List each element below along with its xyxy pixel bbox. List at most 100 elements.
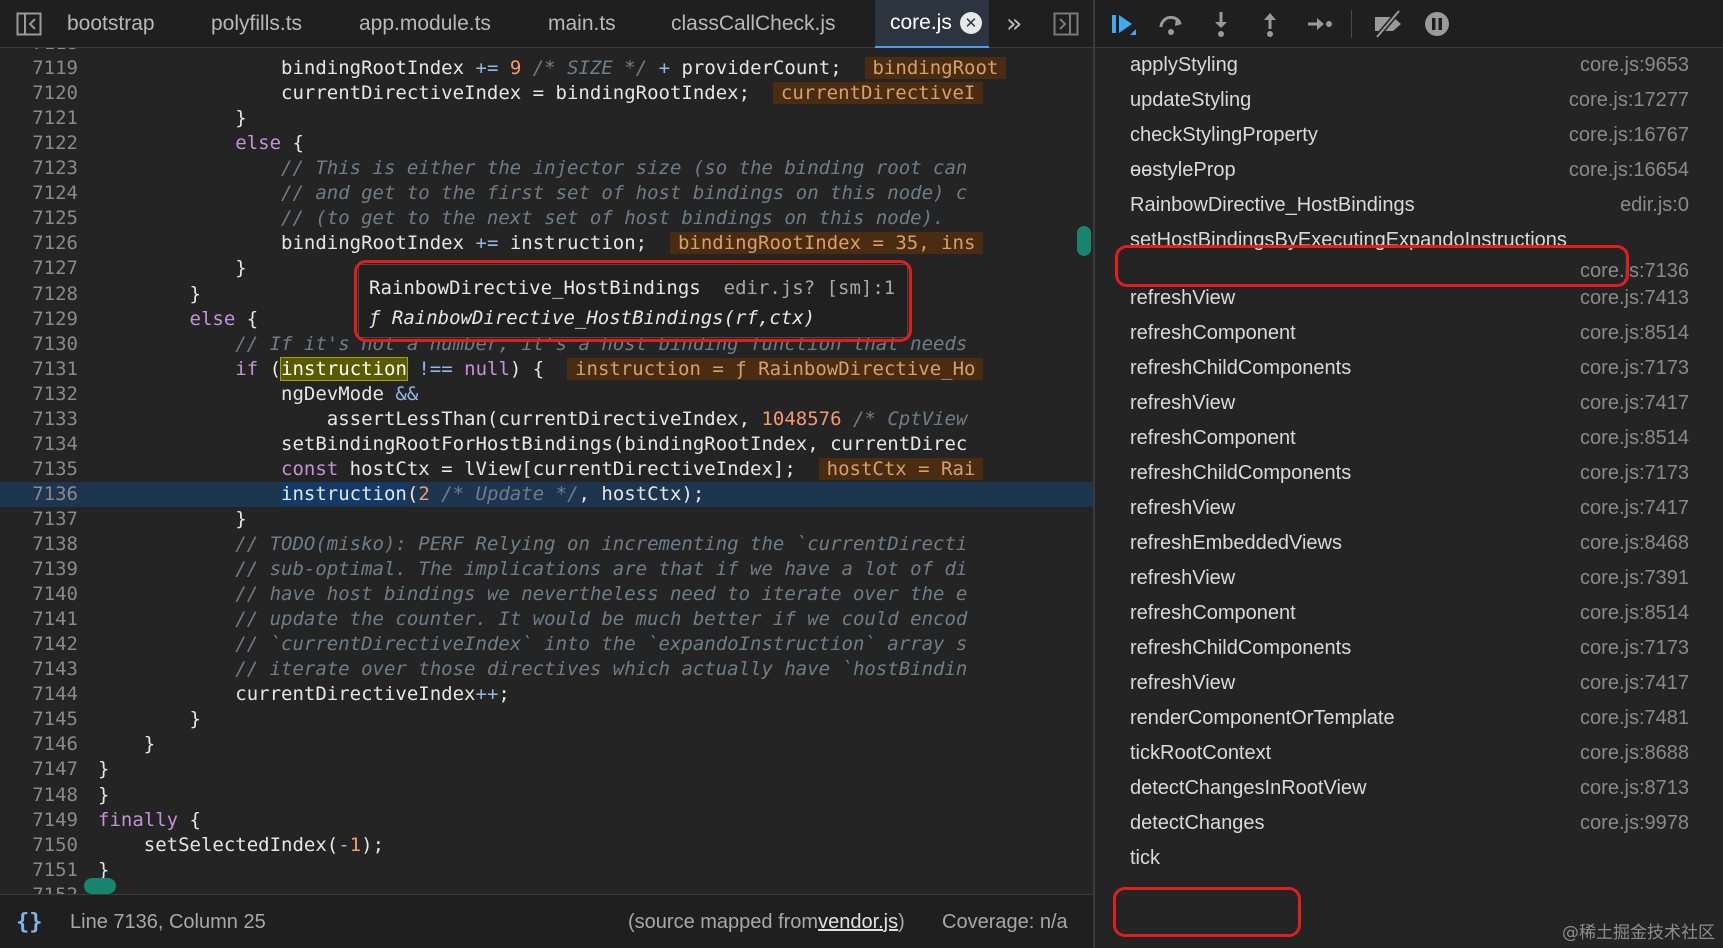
line-number[interactable]: 7120 <box>0 81 78 106</box>
line-number[interactable]: 7149 <box>0 808 78 833</box>
line-number[interactable]: 7130 <box>0 332 78 357</box>
code-line[interactable]: 7118 <box>0 48 1093 56</box>
code-line[interactable]: 7120 currentDirectiveIndex = bindingRoot… <box>0 81 1093 106</box>
code-line[interactable]: 7133 assertLessThan(currentDirectiveInde… <box>0 407 1093 432</box>
call-frame[interactable]: refreshView core.js:7417 <box>1095 665 1723 703</box>
code-line[interactable]: 7150 setSelectedIndex(-1); <box>0 833 1093 858</box>
call-frame[interactable]: refreshComponent core.js:8514 <box>1095 315 1723 353</box>
deactivate-breakpoints-icon[interactable] <box>1365 0 1411 48</box>
tab-core-js[interactable]: core.js ✕ <box>875 0 989 48</box>
line-number[interactable]: 7152 <box>0 883 78 894</box>
call-frame-location[interactable]: core.js:7417 <box>1580 497 1689 520</box>
close-tab-icon[interactable]: ✕ <box>959 12 982 34</box>
call-frame[interactable]: refreshComponent core.js:8514 <box>1095 595 1723 633</box>
line-number[interactable]: 7132 <box>0 382 78 407</box>
call-frame-location[interactable]: core.js:8514 <box>1580 602 1689 625</box>
call-frame-location[interactable]: core.js:7413 <box>1580 287 1689 310</box>
call-frame-location[interactable]: core.js:7391 <box>1580 567 1689 590</box>
call-frame-location[interactable]: core.js:16767 <box>1569 124 1689 147</box>
line-number[interactable]: 7139 <box>0 557 78 582</box>
call-frame[interactable]: refreshChildComponents core.js:7173 <box>1095 455 1723 493</box>
code-line[interactable]: 7132 ngDevMode && <box>0 382 1093 407</box>
pretty-print-icon[interactable]: {} <box>16 895 43 948</box>
code-line[interactable]: 7139 // sub-optimal. The implications ar… <box>0 557 1093 582</box>
scroll-marker[interactable] <box>84 878 116 894</box>
call-frame-location[interactable]: edir.js:0 <box>1620 194 1689 217</box>
line-number[interactable]: 7142 <box>0 632 78 657</box>
line-number[interactable]: 7145 <box>0 707 78 732</box>
code-line[interactable]: 7135 const hostCtx = lView[currentDirect… <box>0 457 1093 482</box>
line-number[interactable]: 7123 <box>0 156 78 181</box>
call-frame[interactable]: refreshView core.js:7391 <box>1095 560 1723 598</box>
code-line[interactable]: 7149 finally { <box>0 808 1093 833</box>
code-line[interactable]: 7134 setBindingRootForHostBindings(bindi… <box>0 432 1093 457</box>
line-number[interactable]: 7134 <box>0 432 78 457</box>
line-number[interactable]: 7138 <box>0 532 78 557</box>
line-number[interactable]: 7128 <box>0 282 78 307</box>
line-number[interactable]: 7133 <box>0 407 78 432</box>
call-frame-location[interactable]: core.js:16654 <box>1569 159 1689 182</box>
code-line[interactable]: 7151} <box>0 858 1093 883</box>
call-frame[interactable]: renderComponentOrTemplate core.js:7481 <box>1095 700 1723 738</box>
call-frame-location[interactable]: core.js:8514 <box>1580 427 1689 450</box>
call-frame[interactable]: refreshView core.js:7417 <box>1095 490 1723 528</box>
call-frame[interactable]: RainbowDirective_HostBindings edir.js:0 <box>1095 187 1723 225</box>
call-frame-location[interactable]: core.js:9653 <box>1580 54 1689 77</box>
source-map-link[interactable]: vendor.js <box>818 911 898 934</box>
code-area[interactable]: 71187119 bindingRootIndex += 9 /* SIZE *… <box>0 48 1093 894</box>
code-line-current[interactable]: 7136 instruction(2 /* Update */, hostCtx… <box>0 481 1093 507</box>
call-frame[interactable]: ɵɵstyleProp core.js:16654 <box>1095 152 1723 190</box>
code-line[interactable]: 7144 currentDirectiveIndex++; <box>0 682 1093 707</box>
code-line[interactable]: 7148} <box>0 783 1093 808</box>
line-number[interactable]: 7118 <box>0 48 78 56</box>
call-frame[interactable]: refreshChildComponents core.js:7173 <box>1095 630 1723 668</box>
call-frame[interactable]: refreshComponent core.js:8514 <box>1095 420 1723 458</box>
call-frame-location[interactable]: core.js:8713 <box>1580 777 1689 800</box>
call-frame-location[interactable]: core.js:9978 <box>1580 812 1689 835</box>
code-line[interactable]: 7131 if (instruction !== null) { instruc… <box>0 356 1093 382</box>
tab-bootstrap[interactable]: bootstrap <box>67 0 155 48</box>
call-frame[interactable]: refreshView core.js:7417 <box>1095 385 1723 423</box>
line-number[interactable]: 7124 <box>0 181 78 206</box>
tab-class-call-check[interactable]: classCallCheck.js <box>671 0 836 48</box>
line-number[interactable]: 7144 <box>0 682 78 707</box>
step-icon[interactable] <box>1299 0 1339 48</box>
step-over-icon[interactable] <box>1151 0 1191 48</box>
line-number[interactable]: 7126 <box>0 231 78 256</box>
code-line[interactable]: 7124 // and get to the first set of host… <box>0 181 1093 206</box>
call-frame[interactable]: checkStylingProperty core.js:16767 <box>1095 117 1723 155</box>
call-frame-location[interactable]: core.js:7173 <box>1580 357 1689 380</box>
line-number[interactable]: 7140 <box>0 582 78 607</box>
code-line[interactable]: 7142 // `currentDirectiveIndex` into the… <box>0 632 1093 657</box>
step-into-icon[interactable] <box>1201 0 1241 48</box>
panel-right-icon[interactable] <box>1048 0 1084 48</box>
line-number[interactable]: 7127 <box>0 256 78 281</box>
call-frame-location[interactable]: core.js:7173 <box>1580 462 1689 485</box>
code-line[interactable]: 7143 // iterate over those directives wh… <box>0 657 1093 682</box>
code-line[interactable]: 7147} <box>0 757 1093 782</box>
tab-main[interactable]: main.ts <box>548 0 616 48</box>
resume-icon[interactable] <box>1103 0 1143 48</box>
code-line[interactable]: 7138 // TODO(misko): PERF Relying on inc… <box>0 532 1093 557</box>
line-number[interactable]: 7135 <box>0 457 78 482</box>
call-frame-location[interactable]: core.js:7173 <box>1580 637 1689 660</box>
call-frame-location[interactable]: core.js:8468 <box>1580 532 1689 555</box>
line-number[interactable]: 7121 <box>0 106 78 131</box>
line-number[interactable]: 7119 <box>0 56 78 81</box>
call-frame[interactable]: tickRootContext core.js:8688 <box>1095 735 1723 773</box>
code-line[interactable]: 7146 } <box>0 732 1093 757</box>
line-number[interactable]: 7143 <box>0 657 78 682</box>
call-frame[interactable]: tick <box>1095 840 1723 878</box>
call-frame[interactable]: applyStyling core.js:9653 <box>1095 47 1723 85</box>
pause-on-exceptions-icon[interactable] <box>1417 0 1457 48</box>
line-number[interactable]: 7151 <box>0 858 78 883</box>
code-line[interactable]: 7119 bindingRootIndex += 9 /* SIZE */ + … <box>0 56 1093 81</box>
code-line[interactable]: 7125 // (to get to the next set of host … <box>0 206 1093 231</box>
line-number[interactable]: 7147 <box>0 757 78 782</box>
call-frame-location[interactable]: core.js:8688 <box>1580 742 1689 765</box>
code-line[interactable]: 7145 } <box>0 707 1093 732</box>
code-line[interactable]: 7141 // update the counter. It would be … <box>0 607 1093 632</box>
panel-left-icon[interactable] <box>10 0 48 48</box>
call-frame[interactable]: detectChangesInRootView core.js:8713 <box>1095 770 1723 808</box>
code-line[interactable]: 7140 // have host bindings we neverthele… <box>0 582 1093 607</box>
